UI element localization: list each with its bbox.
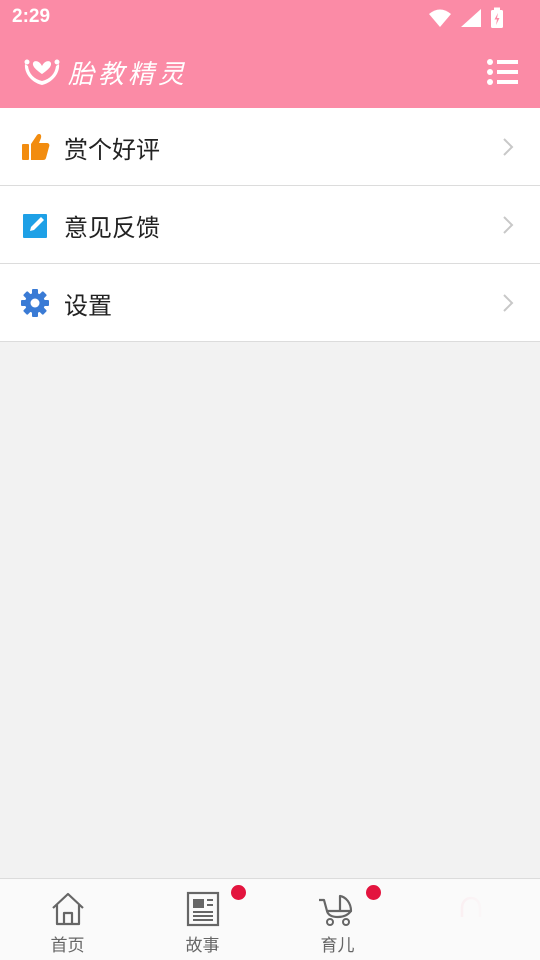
- tab-fade-overlay: [380, 879, 540, 959]
- settings-list: 赏个好评 意见反馈 设置: [0, 108, 540, 342]
- thumbs-up-icon: [22, 134, 50, 160]
- tab-label: 首页: [50, 936, 85, 956]
- chevron-right-icon: [503, 138, 514, 156]
- menu-item-label: 赏个好评: [64, 136, 160, 164]
- gear-icon: [21, 289, 49, 317]
- signal-icon: [461, 9, 481, 27]
- app-bar: 胎教精灵: [0, 36, 540, 108]
- newspaper-icon: [186, 891, 220, 927]
- app-title: 胎教精灵: [68, 60, 189, 90]
- menu-item-feedback[interactable]: 意见反馈: [0, 186, 540, 264]
- chevron-right-icon: [503, 294, 514, 312]
- status-bar: 2:29: [0, 0, 540, 36]
- edit-icon: [23, 214, 47, 238]
- wifi-icon: [429, 9, 451, 27]
- app-logo-icon: [24, 59, 60, 85]
- status-time: 2:29: [12, 6, 51, 27]
- stroller-icon: [319, 894, 353, 926]
- chevron-right-icon: [503, 216, 514, 234]
- home-icon: [52, 892, 84, 926]
- menu-item-rate[interactable]: 赏个好评: [0, 108, 540, 186]
- system-icons: [428, 7, 504, 29]
- menu-item-label: 意见反馈: [64, 214, 160, 242]
- battery-icon: [491, 7, 503, 28]
- bottom-tab-bar: 首页 故事 育儿: [0, 878, 540, 960]
- badge-dot: [366, 885, 381, 900]
- menu-item-label: 设置: [64, 292, 112, 320]
- badge-dot: [231, 885, 246, 900]
- list-menu-icon[interactable]: [486, 58, 520, 86]
- tab-label: 故事: [185, 936, 220, 956]
- menu-item-settings[interactable]: 设置: [0, 264, 540, 342]
- tab-home[interactable]: 首页: [0, 879, 135, 960]
- tab-story[interactable]: 故事: [135, 879, 270, 960]
